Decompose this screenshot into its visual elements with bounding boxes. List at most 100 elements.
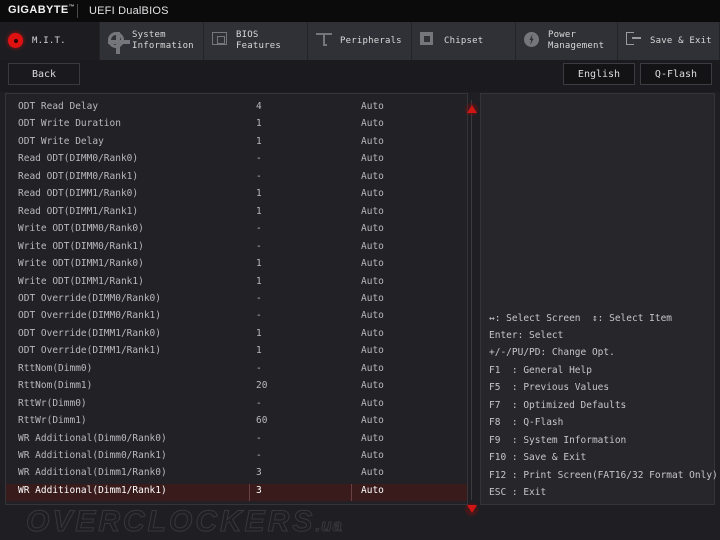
setting-option[interactable]: Auto (361, 345, 384, 356)
setting-value: - (256, 240, 262, 252)
setting-option[interactable]: Auto (361, 241, 384, 252)
setting-option[interactable]: Auto (361, 467, 384, 478)
settings-row[interactable]: WR Additional(Dimm1/Rank1) 3 Auto (6, 483, 467, 501)
setting-value: 1 (256, 205, 262, 217)
setting-value: - (256, 292, 262, 304)
settings-row[interactable]: ODT Override(DIMM1/Rank1) 1 Auto (6, 344, 467, 361)
scrollbar-track[interactable] (471, 100, 472, 500)
settings-row[interactable]: ODT Write Delay 1 Auto (6, 135, 467, 152)
tab-chipset[interactable]: Chipset (412, 22, 516, 60)
settings-row[interactable]: Read ODT(DIMM0/Rank0) - Auto (6, 152, 467, 169)
setting-option[interactable]: Auto (361, 293, 384, 304)
setting-name: Write ODT(DIMM0/Rank1) (18, 240, 144, 252)
setting-name: Read ODT(DIMM1/Rank0) (18, 188, 139, 200)
settings-row[interactable]: ODT Write Duration 1 Auto (6, 117, 467, 134)
setting-value: 3 (256, 467, 262, 479)
target-icon (8, 32, 26, 50)
setting-option[interactable]: Auto (361, 380, 384, 391)
setting-option[interactable]: Auto (361, 310, 384, 321)
setting-value: 1 (256, 188, 262, 200)
help-line: ESC : Exit (489, 487, 547, 498)
tab-m-i-t[interactable]: M.I.T. (0, 22, 100, 60)
gear-icon (108, 32, 130, 54)
trademark-icon: ™ (68, 4, 76, 11)
setting-value: - (256, 397, 262, 409)
scroll-up-triangle-icon[interactable] (467, 105, 477, 113)
header-divider (77, 4, 78, 18)
tab-save-exit[interactable]: Save & Exit (618, 22, 720, 60)
setting-name: Read ODT(DIMM0/Rank0) (18, 153, 139, 165)
setting-name: ODT Write Duration (18, 118, 121, 130)
settings-row[interactable]: Write ODT(DIMM0/Rank1) - Auto (6, 240, 467, 257)
setting-option[interactable]: Auto (361, 363, 384, 374)
setting-value: - (256, 432, 262, 444)
setting-value: - (256, 170, 262, 182)
watermark: OVERCLOCKERS.ua (25, 505, 386, 539)
cpu-icon (420, 32, 438, 50)
header-subtitle: UEFI DualBIOS (89, 5, 169, 17)
settings-row[interactable]: ODT Read Delay 4 Auto (6, 100, 467, 117)
setting-option[interactable]: Auto (361, 171, 384, 182)
settings-row[interactable]: RttNom(Dimm0) - Auto (6, 362, 467, 379)
settings-row[interactable]: RttNom(Dimm1) 20 Auto (6, 379, 467, 396)
setting-name: Write ODT(DIMM1/Rank0) (18, 258, 144, 270)
settings-row[interactable]: Read ODT(DIMM1/Rank0) 1 Auto (6, 187, 467, 204)
gear-icon-glyph (108, 32, 130, 54)
settings-row[interactable]: RttWr(Dimm0) - Auto (6, 397, 467, 414)
setting-option[interactable]: Auto (361, 415, 384, 426)
sub-toolbar: Back English Q-Flash (0, 60, 720, 92)
settings-row[interactable]: RttWr(Dimm1) 60 Auto (6, 414, 467, 431)
setting-option[interactable]: Auto (361, 276, 384, 287)
tab-label: Peripherals (340, 35, 402, 46)
watermark-main: OVERCLOCKERS (25, 505, 316, 539)
target-icon-glyph (8, 33, 23, 48)
help-line: F5 : Previous Values (489, 382, 610, 393)
setting-name: WR Additional(Dimm1/Rank1) (18, 484, 167, 496)
scroll-down-triangle-icon[interactable] (467, 505, 477, 513)
tab-power-management[interactable]: Power Management (516, 22, 618, 60)
tab-bios-features[interactable]: BIOS Features (204, 22, 308, 60)
settings-row[interactable]: Read ODT(DIMM1/Rank1) 1 Auto (6, 205, 467, 222)
setting-option[interactable]: Auto (361, 433, 384, 444)
help-line: F7 : Optimized Defaults (489, 400, 627, 411)
back-button[interactable]: Back (8, 63, 80, 85)
settings-list[interactable]: ODT Read Delay 4 Auto ODT Write Duration 1 Au… (5, 93, 468, 505)
tab-label: Save & Exit (650, 35, 712, 46)
tab-system-information[interactable]: System Information (100, 22, 204, 60)
settings-row[interactable]: Write ODT(DIMM1/Rank1) 1 Auto (6, 275, 467, 292)
peripheral-icon-glyph (316, 32, 332, 46)
settings-row[interactable]: WR Additional(Dimm0/Rank0) - Auto (6, 432, 467, 449)
setting-option[interactable]: Auto (361, 450, 384, 461)
language-button[interactable]: English (563, 63, 635, 85)
qflash-button[interactable]: Q-Flash (640, 63, 712, 85)
setting-name: RttWr(Dimm1) (18, 415, 87, 427)
setting-option[interactable]: Auto (361, 223, 384, 234)
setting-option[interactable]: Auto (361, 258, 384, 269)
setting-option[interactable]: Auto (361, 118, 384, 129)
settings-row[interactable]: Read ODT(DIMM0/Rank1) - Auto (6, 170, 467, 187)
settings-row[interactable]: ODT Override(DIMM0/Rank1) - Auto (6, 309, 467, 326)
settings-row[interactable]: ODT Override(DIMM1/Rank0) 1 Auto (6, 327, 467, 344)
settings-row[interactable]: WR Additional(Dimm0/Rank1) - Auto (6, 449, 467, 466)
setting-option[interactable]: Auto (361, 101, 384, 112)
setting-option[interactable]: Auto (361, 206, 384, 217)
setting-name: WR Additional(Dimm0/Rank0) (18, 432, 167, 444)
setting-option[interactable]: Auto (361, 188, 384, 199)
settings-row[interactable]: Write ODT(DIMM1/Rank0) 1 Auto (6, 257, 467, 274)
exit-icon (626, 32, 644, 50)
setting-value: 1 (256, 258, 262, 270)
settings-row[interactable]: ODT Override(DIMM0/Rank0) - Auto (6, 292, 467, 309)
setting-value: 20 (256, 380, 268, 392)
setting-name: ODT Read Delay (18, 101, 99, 112)
setting-option[interactable]: Auto (361, 485, 384, 496)
setting-option[interactable]: Auto (361, 153, 384, 164)
settings-row[interactable]: WR Additional(Dimm1/Rank0) 3 Auto (6, 466, 467, 483)
settings-row[interactable]: Write ODT(DIMM0/Rank0) - Auto (6, 222, 467, 239)
cpu-icon-glyph (420, 32, 433, 45)
setting-option[interactable]: Auto (361, 398, 384, 409)
setting-option[interactable]: Auto (361, 328, 384, 339)
setting-option[interactable]: Auto (361, 136, 384, 147)
tab-label: System Information (132, 30, 194, 51)
row-divider (249, 483, 250, 501)
tab-peripherals[interactable]: Peripherals (308, 22, 412, 60)
